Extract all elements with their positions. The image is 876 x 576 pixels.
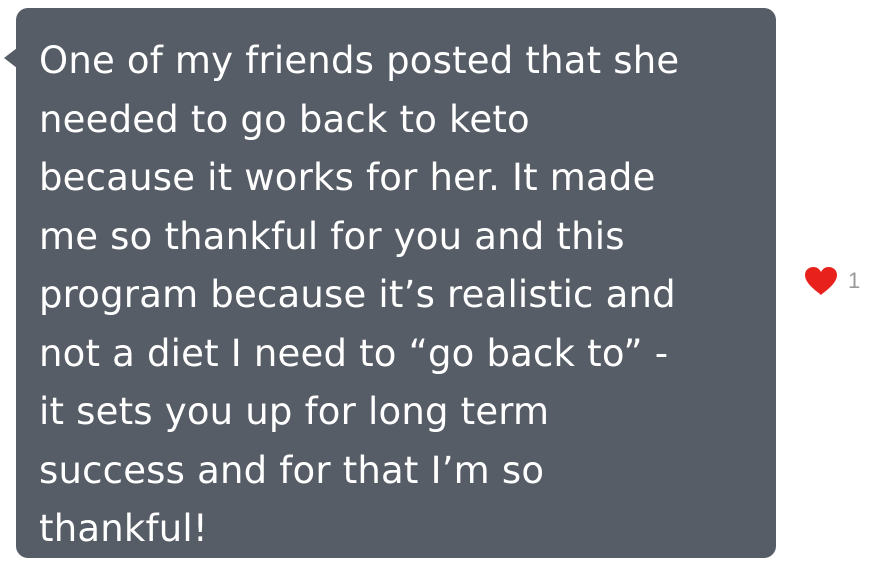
reaction[interactable]: 1: [804, 266, 860, 296]
heart-icon[interactable]: [804, 266, 838, 296]
like-count: 1: [848, 268, 861, 293]
message-row: One of my friends posted that she needed…: [0, 0, 876, 576]
message-text: One of my friends posted that she needed…: [39, 39, 680, 550]
message-bubble[interactable]: One of my friends posted that she needed…: [16, 8, 776, 558]
